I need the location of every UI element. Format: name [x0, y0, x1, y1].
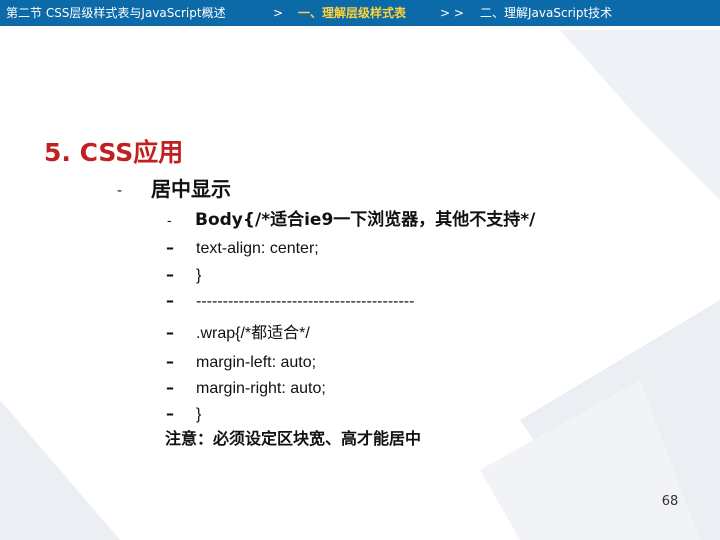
- bullet-heading: - 居中显示: [117, 175, 231, 205]
- code-line: – .wrap{/*都适合*/: [166, 322, 310, 345]
- dash-marker: –: [166, 323, 174, 342]
- code-text: margin-right: auto;: [196, 380, 326, 397]
- dash-marker: –: [166, 352, 174, 371]
- code-line: – ---------------------------------------…: [166, 290, 414, 313]
- code-line: – margin-right: auto;: [166, 377, 326, 400]
- dash-marker: –: [166, 265, 174, 284]
- dash-marker: –: [166, 378, 174, 397]
- breadcrumb-next[interactable]: 二、理解JavaScript技术: [480, 0, 612, 26]
- sub-bullet-text: Body{/*适合ie9一下浏览器，其他不支持*/: [195, 210, 536, 230]
- code-text: ----------------------------------------…: [196, 293, 415, 310]
- code-text: text-align: center;: [196, 240, 319, 257]
- bullet-marker: -: [117, 182, 123, 199]
- breadcrumb-separator: >: [273, 6, 284, 20]
- page-number: 68: [661, 494, 679, 509]
- breadcrumb-section[interactable]: 第二节 CSS层级样式表与JavaScript概述: [6, 0, 226, 26]
- breadcrumb-current[interactable]: 一、理解层级样式表: [298, 0, 406, 26]
- bullet-heading-text: 居中显示: [151, 177, 231, 201]
- code-text: margin-left: auto;: [196, 354, 317, 371]
- dash-marker: –: [166, 404, 174, 423]
- code-text: .wrap{/*都适合*/: [196, 325, 310, 342]
- dash-marker: –: [166, 238, 174, 257]
- code-line: – margin-left: auto;: [166, 351, 316, 374]
- code-line: – text-align: center;: [166, 237, 319, 260]
- code-line: –}: [166, 264, 201, 287]
- note-text: 注意：必须设定区块宽、高才能居中: [165, 429, 422, 448]
- code-line: –}: [166, 403, 201, 426]
- code-text: }: [196, 406, 202, 423]
- code-text: }: [196, 267, 202, 284]
- dash-marker: –: [166, 291, 174, 310]
- breadcrumb-separator-2: > >: [440, 6, 464, 20]
- sub-bullet-marker: -: [167, 214, 172, 229]
- background-decoration: [0, 30, 720, 540]
- breadcrumb-bar: 第二节 CSS层级样式表与JavaScript概述 > 一、理解层级样式表 > …: [0, 0, 720, 26]
- slide-title: 5. CSS应用: [44, 138, 184, 167]
- sub-bullet: - Body{/*适合ie9一下浏览器，其他不支持*/: [167, 206, 535, 236]
